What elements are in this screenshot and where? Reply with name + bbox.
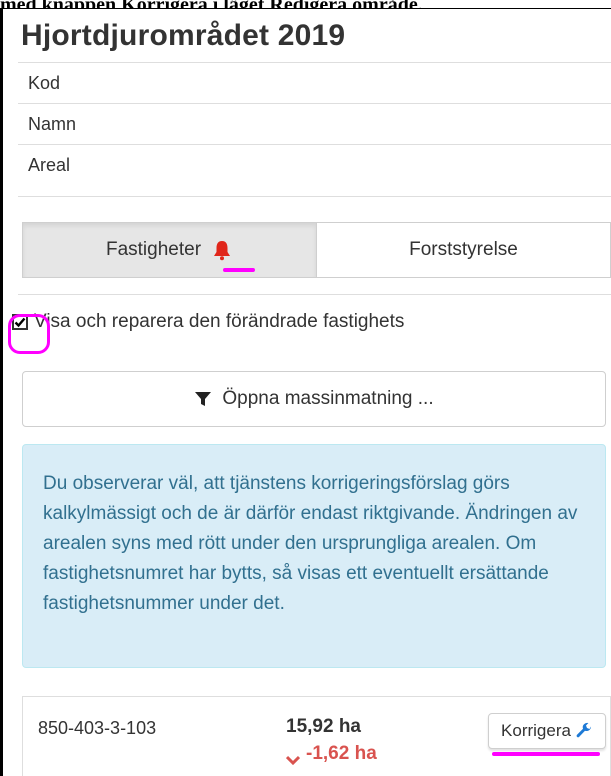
- info-row-area: Areal: [18, 144, 611, 185]
- area-change-value: -1,62 ha: [306, 743, 377, 764]
- info-alert: Du observerar väl, att tjänstens korrige…: [22, 444, 606, 668]
- info-row-code: Kod: [18, 62, 611, 103]
- tab-fastigheter[interactable]: Fastigheter: [23, 223, 317, 277]
- info-row-name: Namn: [18, 103, 611, 144]
- property-area: 15,92 ha: [286, 716, 361, 737]
- tab-fastigheter-label: Fastigheter: [105, 239, 202, 260]
- wrench-icon: [575, 722, 593, 740]
- tab-bar: Fastigheter Forststyrelse: [22, 222, 611, 278]
- show-changed-checkbox-row[interactable]: Visa och reparera den förändrade fastigh…: [8, 311, 404, 333]
- chevron-down-icon: [285, 749, 301, 766]
- highlight-circle: [8, 314, 50, 354]
- area-change: -1,62 ha: [285, 743, 377, 766]
- filter-icon: [194, 390, 212, 408]
- correct-button[interactable]: Korrigera: [488, 713, 606, 749]
- show-changed-label: Visa och reparera den förändrade fastigh…: [34, 311, 405, 332]
- open-mass-input-button[interactable]: Öppna massinmatning ...: [22, 371, 606, 427]
- property-code: 850-403-3-103: [38, 718, 157, 738]
- divider: [18, 294, 611, 295]
- tab-forststyrelse[interactable]: Forststyrelse: [317, 223, 610, 277]
- tab-forststyrelse-label: Forststyrelse: [409, 239, 518, 260]
- highlight-underline: [223, 268, 255, 272]
- open-mass-input-label: Öppna massinmatning ...: [222, 388, 434, 409]
- bell-icon: [211, 239, 233, 261]
- correct-button-label: Korrigera: [501, 721, 571, 740]
- cut-off-heading: med knappen Korrigera i läget Redigera o…: [0, 0, 611, 8]
- highlight-underline: [492, 752, 600, 756]
- panel-title: Hjortdjurområdet 2019: [21, 19, 346, 52]
- info-alert-text: Du observerar väl, att tjänstens korrige…: [43, 473, 578, 614]
- divider: [18, 196, 611, 197]
